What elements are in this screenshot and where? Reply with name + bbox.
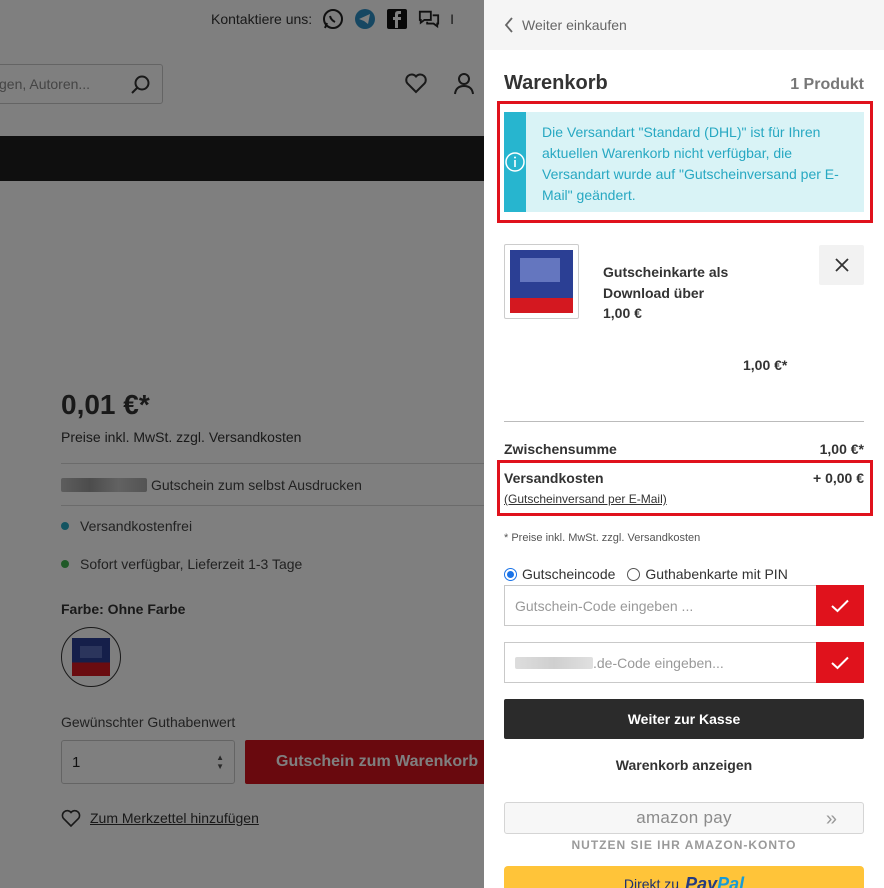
shipping-value: + 0,00 € xyxy=(813,470,864,486)
product-total-price: 1,00 €* xyxy=(743,357,788,373)
radio-gift-card-pin[interactable]: Guthabenkarte mit PIN xyxy=(627,566,788,582)
cart-header: Warenkorb 1 Produkt xyxy=(504,72,864,95)
amazon-pay-hint: NUTZEN SIE IHR AMAZON-KONTO xyxy=(571,838,797,852)
paypal-logo-pal: Pal xyxy=(717,874,745,888)
voucher-code-placeholder: Gutschein-Code eingeben ... xyxy=(515,597,694,614)
voucher-submit-button[interactable] xyxy=(816,585,864,626)
shipping-alert: Die Versandart "Standard (DHL)" ist für … xyxy=(504,112,864,212)
code-type-selector: Gutscheincode Guthabenkarte mit PIN xyxy=(504,566,788,582)
price-footnote: * Preise inkl. MwSt. zzgl. Versandkosten xyxy=(504,532,701,544)
radio-voucher-label: Gutscheincode xyxy=(522,566,616,582)
continue-shopping-link[interactable]: Weiter einkaufen xyxy=(484,0,884,50)
double-chevron-right-icon: » xyxy=(825,808,837,830)
close-icon xyxy=(834,258,849,272)
amazon-pay-logo: amazon pay xyxy=(636,808,732,827)
info-icon xyxy=(504,112,526,212)
remove-item-button[interactable] xyxy=(819,245,864,285)
chevron-left-icon xyxy=(504,17,513,33)
radio-button[interactable] xyxy=(627,567,641,581)
product-unit-price: 1,00 € xyxy=(603,305,642,321)
cart-item-count: 1 Produkt xyxy=(790,76,864,93)
radio-giftcard-label: Guthabenkarte mit PIN xyxy=(645,566,788,582)
checkmark-icon xyxy=(831,656,849,669)
paypal-prefix: Direkt zu xyxy=(623,876,680,888)
shipping-method-link[interactable]: (Gutscheinversand per E-Mail) xyxy=(504,492,667,506)
subtotal-row: Zwischensumme 1,00 €* xyxy=(504,441,864,457)
continue-shopping-label: Weiter einkaufen xyxy=(522,17,627,33)
paypal-button[interactable]: Direkt zu PayPal xyxy=(504,866,864,888)
radio-button-selected[interactable] xyxy=(504,567,517,581)
highlight-frame xyxy=(497,460,873,516)
alert-message: Die Versandart "Standard (DHL)" ist für … xyxy=(542,124,839,203)
blurred-brand xyxy=(515,656,593,669)
radio-voucher-code[interactable]: Gutscheincode xyxy=(504,566,615,582)
paypal-logo-pay: Pay xyxy=(685,874,718,888)
cart-title: Warenkorb xyxy=(504,72,608,94)
voucher-code-form: Gutschein-Code eingeben ... xyxy=(504,585,864,626)
checkout-button[interactable]: Weiter zur Kasse xyxy=(504,699,864,739)
product-name[interactable]: Gutscheinkarte als Download über xyxy=(603,262,783,304)
shipping-row: Versandkosten + 0,00 € xyxy=(504,470,864,486)
partner-code-input[interactable]: .de-Code eingeben... xyxy=(504,642,816,683)
voucher-code-input[interactable]: Gutschein-Code eingeben ... xyxy=(504,585,816,626)
partner-code-form: .de-Code eingeben... xyxy=(504,642,864,683)
partner-code-submit-button[interactable] xyxy=(816,642,864,683)
subtotal-label: Zwischensumme xyxy=(504,441,617,457)
product-image xyxy=(510,250,573,313)
paypal-logo: PayPal xyxy=(685,874,745,888)
partner-code-placeholder: .de-Code eingeben... xyxy=(593,654,724,671)
checkmark-icon xyxy=(831,599,849,612)
product-thumbnail[interactable] xyxy=(504,244,579,319)
subtotal-value: 1,00 €* xyxy=(819,441,864,457)
divider xyxy=(504,421,864,422)
shipping-label: Versandkosten xyxy=(504,470,604,486)
offcanvas-cart: Weiter einkaufen Warenkorb 1 Produkt Die… xyxy=(484,0,884,888)
amazon-pay-button[interactable]: amazon pay » xyxy=(504,802,864,834)
show-cart-button[interactable]: Warenkorb anzeigen xyxy=(504,757,864,777)
